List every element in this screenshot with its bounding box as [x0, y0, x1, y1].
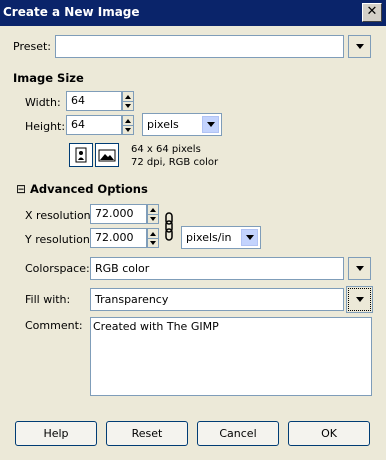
close-button[interactable]: ✕ [362, 3, 382, 22]
x-res-spin-down[interactable] [148, 214, 158, 223]
comment-label: Comment: [25, 319, 83, 332]
spin-down-icon [125, 104, 131, 108]
portrait-button[interactable] [69, 143, 93, 167]
height-input[interactable]: 64 [66, 115, 122, 135]
size-info-line2: 72 dpi, RGB color [131, 157, 219, 168]
spin-up-icon [150, 231, 156, 236]
resolution-unit-select[interactable]: pixels/in [181, 226, 261, 249]
chevron-down-icon [355, 44, 364, 49]
x-resolution-input[interactable]: 72.000 [90, 204, 147, 224]
fill-with-label: Fill with: [25, 293, 71, 306]
colorspace-select[interactable]: RGB color [90, 257, 344, 280]
title-bar: Create a New Image ✕ [0, 0, 386, 26]
width-spinner[interactable] [122, 91, 134, 111]
landscape-button[interactable] [95, 143, 119, 167]
height-spin-down[interactable] [123, 125, 133, 134]
comment-textarea[interactable]: Created with The GIMP [90, 317, 372, 396]
resolution-chain-button[interactable] [163, 207, 175, 245]
reset-button[interactable]: Reset [106, 421, 188, 446]
size-info-line1: 64 x 64 pixels [131, 144, 201, 155]
height-spin-up[interactable] [123, 116, 133, 125]
fill-with-select[interactable]: Transparency [90, 288, 344, 311]
image-size-heading: Image Size [13, 71, 84, 85]
cancel-button-label: Cancel [219, 427, 257, 440]
spin-down-icon [150, 241, 156, 245]
width-label: Width: [25, 96, 61, 109]
chevron-down-icon [206, 122, 215, 127]
preset-label: Preset: [13, 40, 52, 53]
width-spin-up[interactable] [123, 92, 133, 101]
width-spin-down[interactable] [123, 101, 133, 110]
spin-down-icon [125, 128, 131, 132]
size-unit-select[interactable]: pixels [142, 113, 222, 136]
resolution-unit-value: pixels/in [186, 231, 232, 244]
chevron-down-icon [355, 297, 364, 302]
x-res-spin-up[interactable] [148, 205, 158, 214]
y-res-spin-up[interactable] [148, 229, 158, 238]
spin-down-icon [150, 217, 156, 221]
size-unit-arrow[interactable] [202, 116, 219, 133]
reset-button-label: Reset [131, 427, 163, 440]
height-spinner[interactable] [122, 115, 134, 135]
size-unit-value: pixels [147, 118, 179, 131]
y-res-spin-down[interactable] [148, 238, 158, 247]
advanced-options-heading[interactable]: Advanced Options [30, 182, 148, 196]
y-resolution-input[interactable]: 72.000 [90, 228, 147, 248]
preset-input[interactable] [55, 35, 344, 58]
expander-collapse-icon[interactable]: ⊟ [16, 182, 26, 196]
x-resolution-spinner[interactable] [147, 204, 159, 224]
height-label: Height: [25, 120, 66, 133]
help-button-label: Help [43, 427, 69, 440]
window-title: Create a New Image [3, 5, 140, 19]
y-resolution-label: Y resolution: [25, 233, 94, 246]
resolution-unit-arrow[interactable] [241, 229, 258, 246]
spin-up-icon [125, 118, 131, 123]
portrait-icon [75, 147, 87, 163]
chevron-down-icon [245, 235, 254, 240]
x-resolution-label: X resolution: [25, 209, 95, 222]
close-icon: ✕ [366, 4, 378, 19]
chain-link-icon [165, 212, 173, 241]
colorspace-dropdown-button[interactable] [348, 257, 371, 280]
spin-up-icon [150, 207, 156, 212]
colorspace-label: Colorspace: [25, 262, 90, 275]
width-input[interactable]: 64 [66, 91, 122, 111]
spin-up-icon [125, 94, 131, 99]
y-resolution-spinner[interactable] [147, 228, 159, 248]
ok-button[interactable]: OK [288, 421, 370, 446]
fill-with-dropdown-button[interactable] [346, 286, 373, 313]
preset-dropdown-button[interactable] [348, 35, 371, 58]
ok-button-label: OK [321, 427, 337, 440]
cancel-button[interactable]: Cancel [197, 421, 279, 446]
help-button[interactable]: Help [15, 421, 97, 446]
landscape-icon [98, 149, 116, 162]
chevron-down-icon [355, 266, 364, 271]
